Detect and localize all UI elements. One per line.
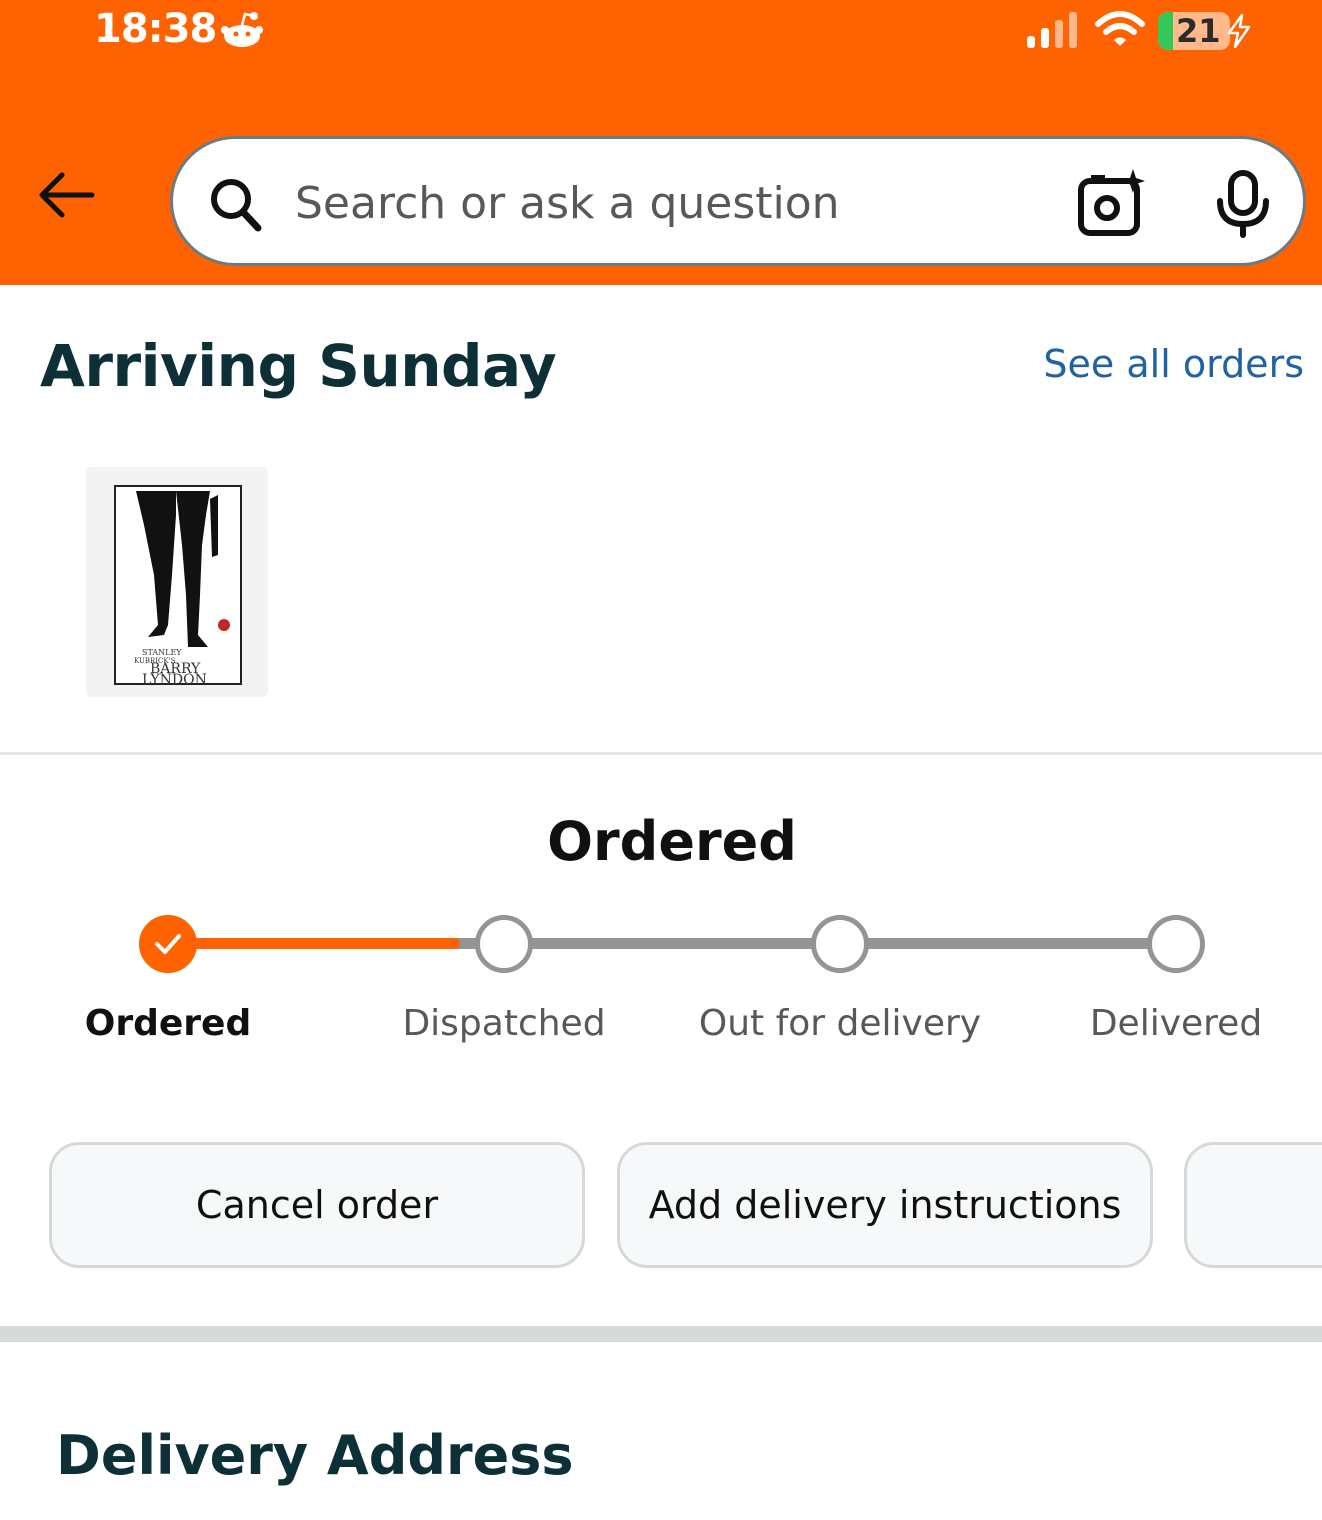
search-input[interactable] [295, 171, 1015, 235]
battery-indicator: 21 [1158, 12, 1230, 50]
section-divider [0, 752, 1322, 755]
see-all-orders-link[interactable]: See all orders [1043, 342, 1304, 386]
more-action-button[interactable] [1184, 1142, 1322, 1268]
back-arrow-icon[interactable] [32, 160, 102, 230]
step-label-dispatched: Dispatched [402, 1003, 606, 1044]
progress-fill [168, 938, 461, 949]
microphone-icon[interactable] [1213, 169, 1273, 239]
add-delivery-instructions-button[interactable]: Add delivery instructions [617, 1142, 1153, 1268]
wifi-icon [1095, 11, 1145, 46]
camera-lens-icon[interactable] [1077, 169, 1147, 239]
reddit-icon [221, 12, 263, 47]
arriving-title: Arriving Sunday [40, 332, 557, 400]
step-label-delivered: Delivered [1089, 1003, 1263, 1044]
product-cover-image: STANLEY KUBRICK'S BARRY LYNDON [114, 485, 242, 685]
cancel-order-button[interactable]: Cancel order [49, 1142, 585, 1268]
step-label-out-for-delivery: Out for delivery [698, 1003, 982, 1044]
search-icon [211, 179, 262, 232]
svg-text:STANLEY: STANLEY [142, 648, 182, 657]
battery-fill [1158, 12, 1174, 50]
step-out-for-delivery-dot [811, 915, 869, 973]
product-thumbnail[interactable]: STANLEY KUBRICK'S BARRY LYNDON [86, 467, 268, 697]
section-separator [0, 1326, 1322, 1342]
search-bar[interactable] [170, 136, 1306, 266]
charging-bolt-icon [1227, 14, 1251, 48]
tracker-status-title: Ordered [547, 810, 797, 873]
step-label-ordered: Ordered [84, 1003, 252, 1044]
checkmark-icon [155, 934, 181, 954]
step-delivered-dot [1147, 915, 1205, 973]
app-header: 18:38 21 [0, 0, 1322, 285]
cellular-signal-icon [1027, 12, 1077, 48]
delivery-address-title: Delivery Address [56, 1424, 574, 1487]
step-ordered-dot [139, 915, 197, 973]
status-time: 18:38 [94, 6, 217, 52]
svg-text:LYNDON: LYNDON [142, 672, 207, 685]
step-dispatched-dot [475, 915, 533, 973]
battery-level: 21 [1176, 12, 1221, 50]
